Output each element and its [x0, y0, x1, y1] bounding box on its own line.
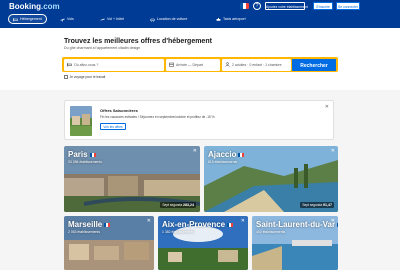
plane-bed-icon: [100, 18, 105, 20]
france-flag-icon: [227, 222, 234, 227]
destination-card-marseille[interactable]: Marseille 2 063 établissements ✕: [64, 216, 154, 270]
price-badge: Sept segunda 91,47: [300, 202, 334, 208]
taxi-icon: [216, 17, 221, 21]
france-flag-icon: [104, 222, 111, 227]
booking-logo[interactable]: Booking.com: [9, 2, 60, 11]
signup-button[interactable]: S'inscrire: [313, 2, 333, 10]
destination-card-aix[interactable]: Aix-en-Provence 1 382 établissements ✕: [158, 216, 248, 270]
nav-item-flights[interactable]: Vols: [60, 14, 74, 24]
view-offers-button[interactable]: Voir les offres: [100, 123, 126, 130]
hero-title: Trouvez les meilleures offres d'hébergem…: [64, 38, 212, 45]
search-button[interactable]: Rechercher: [291, 57, 337, 72]
business-travel-checkbox[interactable]: [64, 75, 68, 79]
plane-icon: [60, 18, 65, 21]
close-icon[interactable]: ✕: [147, 218, 151, 224]
hero-subtitle: Du gîte charmant à l'appartement citadin…: [64, 46, 141, 50]
destination-card-saint-laurent[interactable]: Saint-Laurent-du-Var 402 établissements …: [252, 216, 338, 270]
close-icon[interactable]: ✕: [193, 148, 197, 154]
nav-item-flight-hotel[interactable]: Vol + hôtel: [100, 14, 124, 24]
france-flag-icon: [337, 222, 338, 227]
business-travel-option[interactable]: Je voyage pour le travail: [64, 75, 105, 79]
help-icon[interactable]: ?: [253, 2, 261, 10]
close-icon[interactable]: ✕: [331, 218, 335, 224]
calendar-icon: [169, 62, 174, 67]
promo-image: [70, 106, 92, 136]
nav-item-airport-taxis[interactable]: Taxis aéroport: [216, 14, 246, 24]
promo-text: Fin les vacances estivales ! Séjournez e…: [100, 115, 216, 119]
bed-icon: [13, 17, 18, 21]
login-button[interactable]: Se connecter: [336, 2, 360, 10]
dates-field[interactable]: Arrivée — Départ: [166, 58, 220, 71]
france-flag-icon: [89, 152, 96, 157]
france-flag-icon: [238, 152, 245, 157]
destination-card-ajaccio[interactable]: Ajaccio 815 établissements ✕ Sept segund…: [204, 146, 338, 212]
main-nav: Hébergement Vols Vol + hôtel Location de…: [0, 14, 400, 24]
destination-field[interactable]: Où allez-vous ?: [64, 58, 164, 71]
price-badge: Sept segunda 283,24: [160, 202, 196, 208]
register-property-button[interactable]: Ajoutez votre établissement: [265, 2, 308, 10]
destination-card-paris[interactable]: Paris 33 286 établissements ✕ Sept segun…: [64, 146, 200, 212]
top-header: Booking.com ? Ajoutez votre établissemen…: [0, 0, 400, 28]
nav-item-stays[interactable]: Hébergement: [8, 14, 47, 24]
promo-card: Offres Saisonnières Fin les vacances est…: [64, 100, 334, 140]
french-flag-icon[interactable]: [240, 3, 249, 9]
close-icon[interactable]: ✕: [241, 218, 245, 224]
bed-icon: [67, 63, 72, 67]
guests-field[interactable]: 2 adultes · 0 enfant · 1 chambre: [222, 58, 291, 71]
nav-item-car-rental[interactable]: Location de voiture: [150, 14, 187, 24]
car-icon: [150, 18, 155, 21]
promo-title: Offres Saisonnières: [100, 108, 138, 113]
close-icon[interactable]: ✕: [325, 104, 329, 110]
person-icon: [225, 62, 230, 67]
close-icon[interactable]: ✕: [331, 148, 335, 154]
